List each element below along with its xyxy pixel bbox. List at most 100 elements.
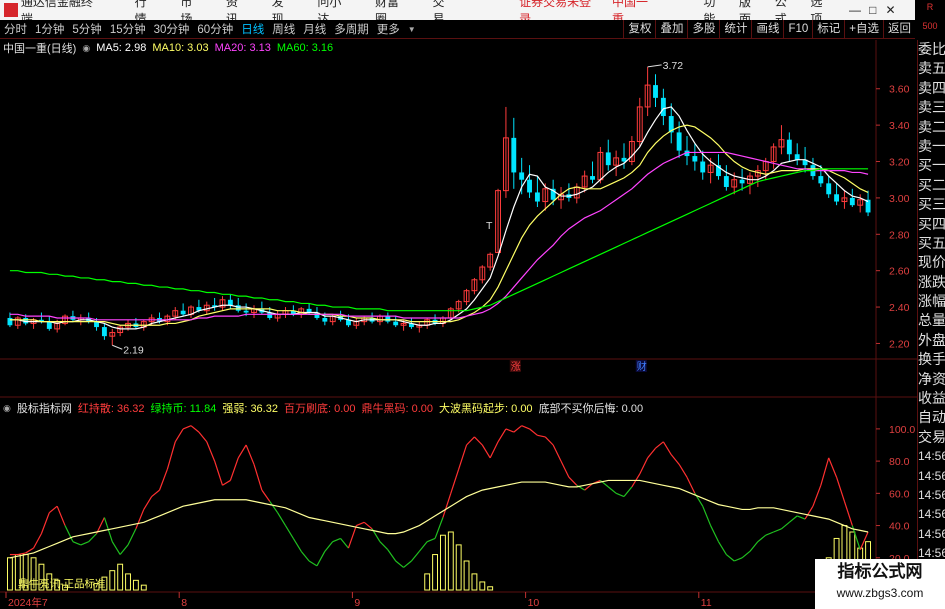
sidebar-item[interactable]: 现价 (918, 253, 945, 272)
period-1min[interactable]: 1分钟 (31, 21, 68, 37)
candle (463, 288, 470, 306)
candle (778, 125, 785, 155)
sidebar-item[interactable]: 交易 (918, 428, 945, 447)
strength-segment (773, 528, 782, 533)
sidebar-item[interactable]: 买四 (918, 215, 945, 234)
strength-segment (481, 444, 491, 459)
strength-segment (552, 444, 562, 462)
sidebar-item[interactable]: 卖五 (918, 59, 945, 78)
sidebar-item[interactable]: 自动 (918, 408, 945, 427)
strength-segment (615, 492, 625, 498)
candle (684, 136, 690, 166)
chart-options-icon[interactable]: ◉ (82, 43, 90, 54)
sidebar-item[interactable]: 总量 (918, 311, 945, 330)
sidebar-item[interactable]: 卖四 (918, 79, 945, 98)
tool-tongji[interactable]: 统计 (719, 20, 751, 39)
sidebar-item[interactable]: 外盘 (918, 331, 945, 350)
ma20-label: MA20: 3.13 (214, 42, 271, 54)
sidebar-item[interactable]: 卖一 (918, 137, 945, 156)
indicator-bottom-label: 鼎牛亮讯-正品标准 (18, 577, 106, 590)
strength-segment (623, 486, 633, 497)
tool-huaxian[interactable]: 画线 (751, 20, 783, 39)
period-5min[interactable]: 5分钟 (68, 21, 105, 37)
candle-body (605, 152, 611, 166)
indicator-options-icon[interactable]: ◉ (3, 403, 11, 414)
strength-segment (56, 505, 66, 526)
period-30min[interactable]: 30分钟 (150, 21, 194, 37)
sidebar-item[interactable]: 涨幅 (918, 292, 945, 311)
watermark-title: 指标公式网 (837, 562, 923, 581)
strength-segment (324, 541, 334, 552)
period-weekly[interactable]: 周线 (268, 21, 299, 37)
high-marker-line (647, 64, 662, 68)
period-daily[interactable]: 日线 (237, 21, 268, 37)
indicator-bar (432, 554, 439, 591)
sidebar-item[interactable]: 买一 (918, 156, 945, 175)
chart-canvas[interactable]: 2.20 2.40 2.60 2.80 3.00 3.20 3.40 3.60 3.72 2.19… (0, 40, 917, 609)
candle-body (794, 154, 800, 160)
indicator-bar (109, 570, 116, 591)
restore-button[interactable]: □ (864, 3, 882, 17)
strength-segment (505, 428, 515, 433)
strength-segment (363, 521, 373, 530)
sidebar-item[interactable]: 买五 (918, 234, 945, 253)
trade-time: 14:56 (918, 487, 945, 502)
candle-body (739, 179, 745, 184)
candle-body (385, 316, 391, 322)
period-monthly[interactable]: 月线 (299, 21, 330, 37)
sidebar-item[interactable]: 净资 (918, 370, 945, 389)
period-fenshi[interactable]: 分时 (0, 21, 31, 37)
sidebar-item[interactable]: 卖二 (918, 118, 945, 137)
minimize-button[interactable]: — (846, 3, 864, 17)
strength-segment (119, 544, 129, 555)
period-60min[interactable]: 60分钟 (193, 21, 237, 37)
strength-segment (403, 560, 412, 568)
candle (117, 325, 124, 337)
indicator-bar (424, 573, 431, 591)
indicator-bar (463, 560, 470, 591)
candle-body (660, 97, 666, 117)
tool-diejia[interactable]: 叠加 (655, 20, 687, 39)
tool-fuquan[interactable]: 复权 (623, 20, 655, 39)
top-menu-bar: 通达信金融终端 行情 市场 资讯 发现 问小达 财富圈 交易 证券交易未登录 中… (0, 0, 945, 26)
sidebar-item[interactable]: 买二 (918, 176, 945, 195)
watermark: 指标公式网 www.zbgs3.com (815, 559, 945, 609)
sidebar-item[interactable]: 涨跌 (918, 273, 945, 292)
indicator-tick-label: 100.0 (889, 424, 915, 436)
strength-segment (143, 496, 153, 510)
sidebar-item[interactable]: 收益 (918, 389, 945, 408)
indicator-qiangruo: 强弱: 36.32 (222, 403, 278, 415)
strength-segment (489, 441, 499, 459)
tool-biaoji[interactable]: 标记 (812, 20, 844, 39)
price-tick-label: 2.20 (889, 338, 910, 350)
strength-segment (222, 479, 231, 486)
t-marker: T (486, 220, 493, 232)
strength-segment (426, 537, 436, 543)
candle (282, 307, 289, 318)
sidebar-item[interactable]: 换手 (918, 350, 945, 369)
tool-f10[interactable]: F10 (783, 20, 812, 39)
indicator-tick-label: 80.0 (889, 456, 910, 468)
tool-fanhui[interactable]: 返回 (883, 20, 915, 39)
indicator-dabo: 大波黑码起步: 0.00 (439, 403, 533, 415)
strength-segment (647, 447, 656, 459)
strength-segment (347, 525, 357, 549)
sidebar-item[interactable]: 委比 (918, 40, 945, 59)
high-price-annotation: 3.72 (663, 60, 684, 72)
ma60-label: MA60: 3.16 (276, 42, 334, 54)
sidebar-item[interactable]: 买三 (918, 195, 945, 214)
period-15min[interactable]: 15分钟 (106, 21, 150, 37)
date-tick-label: 9 (354, 597, 360, 609)
candle (70, 310, 76, 322)
tool-zixuan[interactable]: +自选 (844, 20, 883, 39)
strength-segment (25, 547, 34, 554)
period-multi[interactable]: 多周期 (330, 21, 373, 37)
chevron-down-icon[interactable]: ▼ (404, 25, 420, 34)
tool-duogu[interactable]: 多股 (687, 20, 719, 39)
strength-segment (734, 557, 743, 562)
strength-segment (182, 425, 192, 430)
candle (566, 183, 572, 202)
sidebar-item[interactable]: 卖三 (918, 98, 945, 117)
period-more[interactable]: 更多 (373, 21, 404, 37)
close-button[interactable]: ✕ (882, 3, 900, 17)
